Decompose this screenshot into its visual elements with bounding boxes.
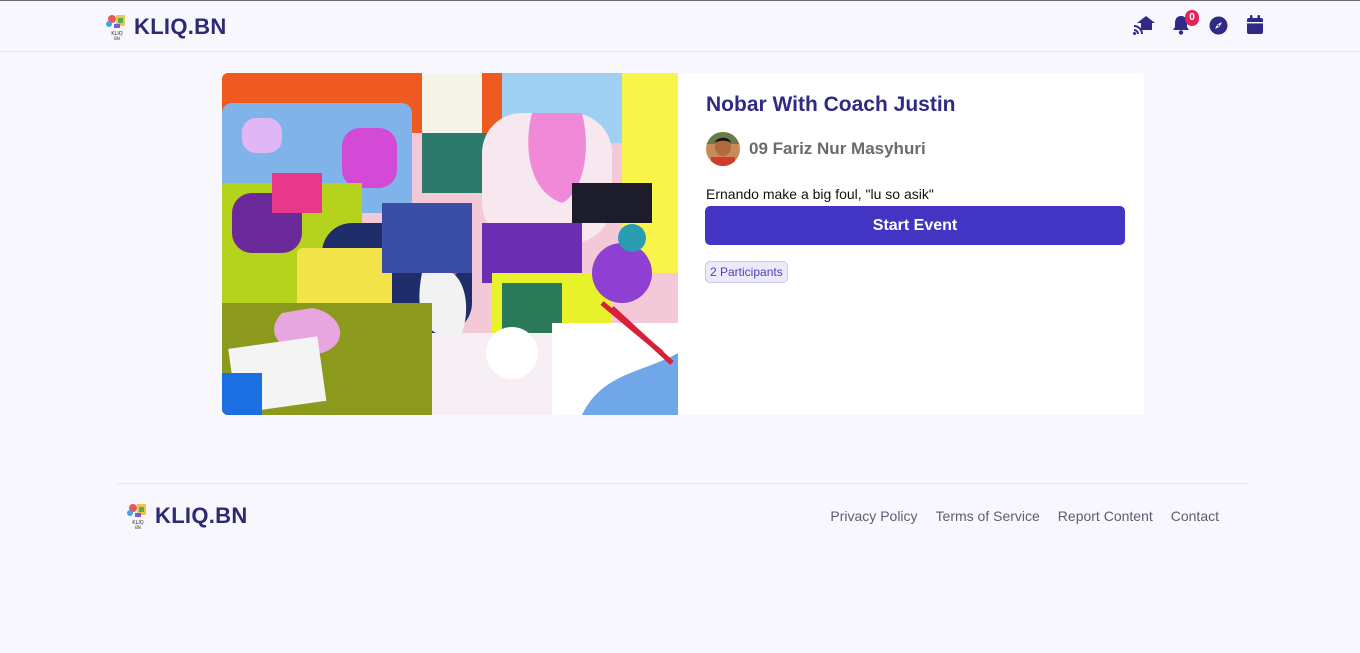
page-footer: KLIQ BN KLIQ.BN Privacy Policy Terms of … <box>117 483 1247 553</box>
host-name[interactable]: 09 Fariz Nur Masyhuri <box>749 139 926 159</box>
header-actions: 0 <box>1133 10 1266 36</box>
event-cover-image <box>222 73 678 415</box>
svg-text:BN: BN <box>135 525 141 530</box>
feed-home-icon[interactable] <box>1133 14 1155 36</box>
brand-name: KLIQ.BN <box>134 14 227 39</box>
brand-logo-link[interactable]: KLIQ BN KLIQ.BN <box>106 11 227 43</box>
start-event-button[interactable]: Start Event <box>705 206 1125 245</box>
compass-icon[interactable] <box>1207 14 1229 36</box>
footer-brand-name: KLIQ.BN <box>155 503 248 528</box>
top-navbar: KLIQ BN KLIQ.BN 0 <box>0 1 1360 52</box>
event-description: Ernando make a big foul, "lu so asik" <box>706 186 934 202</box>
event-card: Nobar With Coach Justin 09 Fariz Nur Mas… <box>222 73 1144 415</box>
report-content-link[interactable]: Report Content <box>1058 508 1153 524</box>
notification-badge: 0 <box>1185 10 1199 26</box>
bell-icon[interactable]: 0 <box>1170 10 1199 36</box>
calendar-icon[interactable] <box>1244 14 1266 36</box>
terms-of-service-link[interactable]: Terms of Service <box>936 508 1040 524</box>
event-title: Nobar With Coach Justin <box>706 93 956 116</box>
footer-links: Privacy Policy Terms of Service Report C… <box>830 508 1219 524</box>
contact-link[interactable]: Contact <box>1171 508 1219 524</box>
footer-brand-logo-link[interactable]: KLIQ BN KLIQ.BN <box>127 501 248 531</box>
participants-badge[interactable]: 2 Participants <box>705 261 788 283</box>
svg-text:BN: BN <box>114 36 120 41</box>
footer-logo-icon: KLIQ BN <box>127 504 146 530</box>
privacy-policy-link[interactable]: Privacy Policy <box>830 508 917 524</box>
event-details: Nobar With Coach Justin 09 Fariz Nur Mas… <box>678 73 1144 415</box>
event-host: 09 Fariz Nur Masyhuri <box>706 132 1126 166</box>
host-avatar[interactable] <box>706 132 740 166</box>
brand-logo-icon: KLIQ BN <box>106 15 125 41</box>
